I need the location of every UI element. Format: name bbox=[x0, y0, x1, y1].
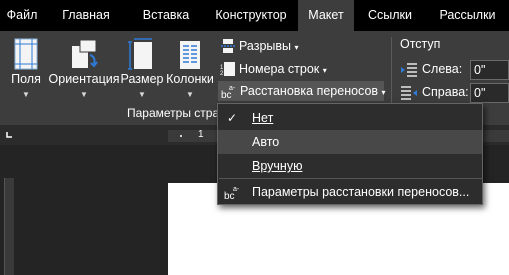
tab-design[interactable]: Конструктор bbox=[204, 0, 298, 31]
indent-right-label: Справа: bbox=[422, 85, 469, 99]
ruler-tick bbox=[180, 135, 182, 137]
breaks-label: Разрывы ▾ bbox=[239, 39, 299, 53]
orientation-button[interactable]: Ориентация ▼ bbox=[48, 31, 120, 125]
tab-insert[interactable]: Вставка bbox=[128, 0, 204, 31]
menu-separator bbox=[219, 178, 483, 179]
svg-text:a-: a- bbox=[233, 186, 240, 193]
indent-right-row: Справа: 0" bbox=[400, 83, 509, 103]
size-icon bbox=[128, 38, 152, 70]
indent-right-icon bbox=[401, 86, 417, 100]
hyphenation-dropdown-menu: ✓ Нет Авто Вручную bc a- Параметры расст… bbox=[217, 103, 483, 205]
menu-item-label: Нет bbox=[252, 111, 274, 125]
indent-left-input[interactable]: 0" bbox=[470, 60, 509, 80]
page-setup-group-label: Параметры стра bbox=[127, 106, 220, 120]
menu-item-label: Авто bbox=[252, 135, 280, 149]
columns-icon bbox=[180, 41, 200, 69]
margins-icon bbox=[14, 38, 38, 70]
tab-references[interactable]: Ссылки bbox=[354, 0, 426, 31]
line-numbers-label: Номера строк ▾ bbox=[239, 62, 327, 76]
size-label: Размер bbox=[120, 72, 164, 86]
checkmark-icon: ✓ bbox=[227, 111, 238, 125]
menu-item-manual[interactable]: Вручную bbox=[218, 154, 482, 178]
hyphenation-icon: bc a- bbox=[224, 186, 240, 200]
menu-item-none[interactable]: ✓ Нет bbox=[218, 106, 482, 130]
tab-home[interactable]: Главная bbox=[44, 0, 128, 31]
tab-stop-selector-icon[interactable] bbox=[4, 130, 14, 140]
menu-item-label: Вручную bbox=[252, 159, 303, 173]
line-numbers-icon: 1 2 bbox=[220, 62, 235, 77]
menu-item-label: Параметры расстановки переносов... bbox=[252, 185, 470, 199]
chevron-down-icon: ▼ bbox=[186, 90, 194, 99]
ribbon-tab-strip: Файл Главная Вставка Конструктор Макет С… bbox=[0, 0, 509, 31]
hyphenation-button[interactable]: bc a- Расстановка переносов ▾ bbox=[218, 81, 386, 101]
margins-button[interactable]: Поля ▼ bbox=[4, 31, 48, 125]
orientation-label: Ориентация bbox=[48, 72, 120, 86]
indent-left-row: Слева: 0" bbox=[400, 60, 509, 80]
menu-item-auto[interactable]: Авто bbox=[218, 130, 482, 154]
line-numbers-button[interactable]: 1 2 Номера строк ▾ bbox=[220, 59, 340, 79]
indent-group-title: Отступ bbox=[400, 37, 441, 51]
tab-mailings[interactable]: Рассылки bbox=[426, 0, 509, 31]
indent-left-label: Слева: bbox=[422, 62, 463, 76]
orientation-icon bbox=[72, 39, 98, 68]
margins-label: Поля bbox=[11, 72, 41, 86]
chevron-down-icon: ▼ bbox=[22, 90, 30, 99]
columns-label: Колонки bbox=[166, 72, 214, 86]
svg-text:2: 2 bbox=[220, 71, 224, 77]
ruler-number: 1 bbox=[198, 129, 204, 140]
hyphenation-icon: bc a- bbox=[221, 85, 236, 99]
indent-right-input[interactable]: 0" bbox=[470, 83, 509, 103]
breaks-icon bbox=[221, 39, 235, 53]
chevron-down-icon: ▼ bbox=[138, 90, 146, 99]
svg-text:a-: a- bbox=[229, 85, 236, 92]
chevron-down-icon: ▼ bbox=[80, 90, 88, 99]
menu-item-hyphenation-options[interactable]: bc a- Параметры расстановки переносов... bbox=[218, 180, 482, 204]
indent-left-icon bbox=[401, 63, 417, 77]
hyphenation-label: Расстановка переносов ▾ bbox=[240, 84, 386, 98]
vertical-ruler[interactable] bbox=[4, 178, 14, 275]
breaks-button[interactable]: Разрывы ▾ bbox=[220, 36, 330, 56]
tab-file[interactable]: Файл bbox=[0, 0, 44, 31]
tab-layout[interactable]: Макет bbox=[298, 0, 354, 31]
